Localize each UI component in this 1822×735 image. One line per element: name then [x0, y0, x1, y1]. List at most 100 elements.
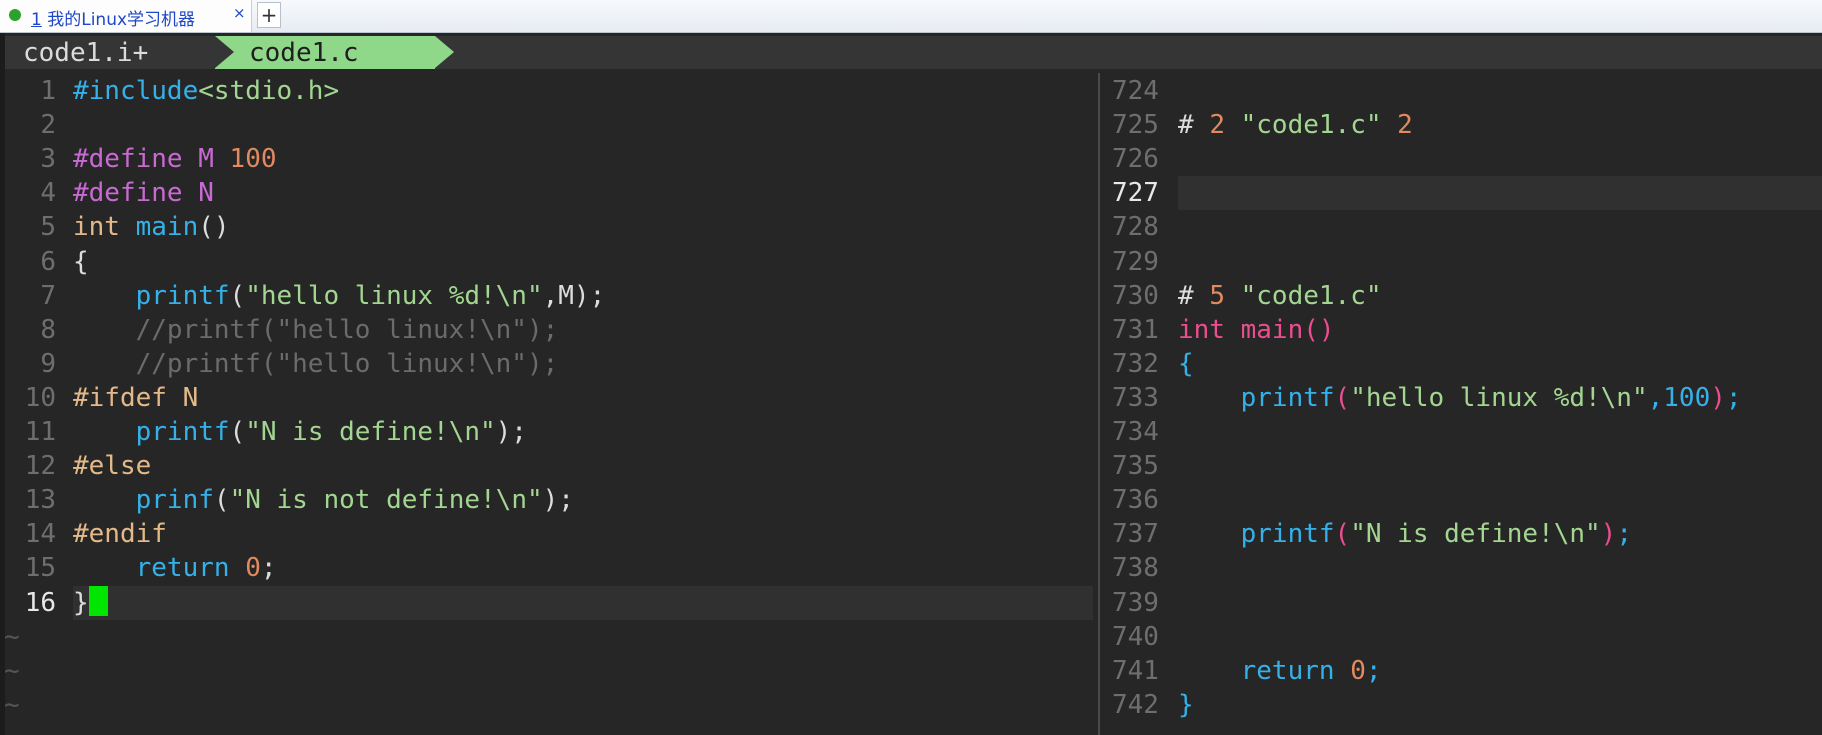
line-number: 730: [1112, 280, 1159, 311]
code-token: (: [229, 280, 246, 311]
line-number: 14: [24, 519, 56, 550]
code-token: );: [542, 485, 574, 516]
code-line[interactable]: #define N: [73, 176, 214, 210]
line-number: 16: [24, 587, 56, 618]
code-line[interactable]: #include<stdio.h>: [73, 74, 339, 108]
code-line[interactable]: #ifdef N: [73, 381, 198, 415]
code-token: "code1.c": [1240, 110, 1398, 141]
line-number: 8: [40, 314, 56, 345]
code-token: 0: [1350, 655, 1366, 686]
code-line[interactable]: #else: [73, 449, 151, 483]
code-line[interactable]: }: [1178, 688, 1194, 722]
line-number: 733: [1112, 382, 1159, 413]
vim-tabline: code1.i+ code1.c: [5, 36, 1822, 69]
code-line[interactable]: # 2 "code1.c" 2: [1178, 108, 1413, 142]
line-number: 732: [1112, 348, 1159, 379]
code-line[interactable]: #define M 100: [73, 142, 277, 176]
code-token: {: [73, 246, 89, 277]
tab-number: 1: [31, 10, 42, 30]
code-line[interactable]: printf("hello linux %d!\n",100);: [1178, 381, 1742, 415]
code-token: #endif: [73, 519, 167, 550]
code-line[interactable]: //printf("hello linux!\n");: [73, 347, 559, 381]
vim-tab-code1-i[interactable]: code1.i+: [23, 38, 148, 68]
terminal-tab[interactable]: 1 我的Linux学习机器 ×: [0, 0, 252, 32]
code-line[interactable]: printf("N is define!\n");: [1178, 517, 1632, 551]
code-token: #define N: [73, 178, 214, 209]
code-line[interactable]: }: [73, 586, 108, 620]
code-line[interactable]: #endif: [73, 517, 167, 551]
line-number: 725: [1112, 110, 1159, 141]
code-token: //printf("hello linux!\n");: [73, 348, 559, 379]
line-number: 1: [40, 76, 56, 106]
code-token: printf: [135, 417, 230, 447]
code-token: }: [1178, 689, 1194, 720]
code-token: main: [135, 212, 199, 243]
code-token: (: [229, 417, 246, 447]
new-tab-button[interactable]: +: [257, 2, 281, 28]
code-token: #: [1178, 110, 1210, 141]
close-tab-icon[interactable]: ×: [233, 4, 246, 22]
line-number: 741: [1112, 655, 1159, 686]
line-number: 15: [24, 553, 56, 584]
code-line[interactable]: return 0;: [1178, 654, 1382, 688]
empty-line-tilde: ~: [4, 655, 20, 686]
line-number: 11: [24, 417, 56, 447]
code-token: return: [135, 553, 246, 584]
line-number: 5: [40, 212, 56, 243]
line-number: 727: [1112, 178, 1159, 209]
code-line[interactable]: prinf("N is not define!\n");: [73, 483, 574, 517]
code-token: #else: [73, 451, 152, 482]
line-number: 742: [1112, 689, 1159, 720]
line-number: 2: [40, 110, 56, 141]
code-token: ,M);: [542, 280, 606, 311]
line-number: 731: [1112, 314, 1159, 345]
code-token: printf: [1240, 519, 1335, 550]
code-token: 2: [1397, 110, 1413, 141]
text-cursor: [88, 586, 108, 616]
line-number: 12: [24, 451, 56, 482]
code-line[interactable]: {: [73, 245, 89, 279]
code-token: int: [73, 212, 136, 243]
vim-tab-code1-c-active[interactable]: code1.c: [215, 36, 454, 69]
terminal-tab-bar: 1 我的Linux学习机器 × +: [0, 0, 1822, 33]
code-token: #define M: [73, 144, 230, 175]
line-number: 7: [40, 280, 56, 311]
line-number: 4: [40, 178, 56, 209]
code-token: #include: [73, 76, 199, 106]
code-token: "hello linux %d!\n": [245, 280, 543, 311]
code-token: "N is not define!\n": [229, 485, 543, 516]
vertical-split-separator: [1098, 73, 1100, 735]
code-token: (): [198, 212, 230, 243]
code-token: 5: [1209, 280, 1241, 311]
code-token: 0: [245, 553, 261, 584]
code-token: #ifdef N: [73, 382, 199, 413]
code-token: 100: [229, 144, 277, 175]
code-line[interactable]: return 0;: [73, 551, 277, 585]
code-token: <stdio.h>: [198, 76, 340, 106]
line-number: 740: [1112, 621, 1159, 652]
line-number: 9: [40, 348, 56, 379]
code-token: ;: [1365, 655, 1382, 686]
code-line[interactable]: int main(): [1178, 313, 1335, 347]
code-line[interactable]: int main(): [73, 210, 230, 244]
code-token: printf: [135, 280, 230, 311]
vim-editor: code1.i+ code1.c 1 #include<stdio.h> 2 3 #de…: [0, 33, 1822, 735]
code-line[interactable]: //printf("hello linux!\n");: [73, 313, 559, 347]
code-line[interactable]: printf("hello linux %d!\n",M);: [73, 279, 606, 313]
code-line[interactable]: {: [1178, 347, 1194, 381]
line-number: 724: [1112, 76, 1159, 106]
line-number: 737: [1112, 519, 1159, 550]
line-number: 3: [40, 144, 56, 175]
current-line-highlight: [73, 585, 1093, 620]
code-line[interactable]: printf("N is define!\n");: [73, 415, 527, 449]
code-token: ;: [1616, 519, 1632, 550]
vim-tab-label: code1.c: [249, 38, 359, 68]
code-line[interactable]: # 5 "code1.c": [1178, 279, 1382, 313]
code-token: return: [1240, 655, 1351, 686]
